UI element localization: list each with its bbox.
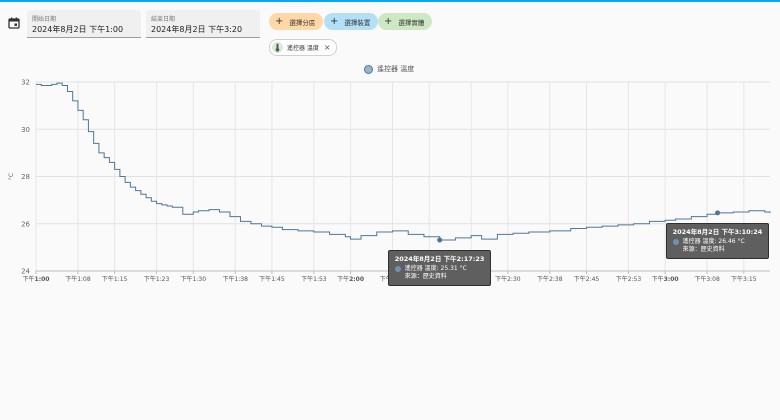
x-tick-label: 下午3:00: [652, 275, 679, 283]
series-line: [36, 82, 771, 241]
tooltip-source: 來源：歷史資料: [404, 273, 447, 281]
x-tick-time: 1:30: [193, 276, 207, 283]
tooltip-hover-2: 2024年8月2日 下午3:10:24 遙控器 溫度: 26.46 °C 來源：…: [665, 222, 770, 259]
x-tick-time: 1:38: [234, 276, 248, 283]
x-tick-time: 3:08: [706, 276, 720, 283]
x-tick-label: 下午1:00: [23, 275, 50, 283]
x-tick-prefix: 下午: [301, 275, 313, 283]
y-tick-label: 24: [21, 268, 30, 276]
x-tick-time: 2:00: [349, 276, 364, 283]
x-tick-prefix: 下午: [537, 275, 549, 283]
data-point-marker: [715, 210, 721, 216]
x-tick-label: 下午2:38: [537, 275, 563, 283]
tooltip-series: 遙控器 溫度: [404, 265, 437, 273]
tooltip-source: 來源：歷史資料: [682, 245, 725, 253]
x-tick-label: 下午2:30: [495, 275, 521, 283]
tooltip-swatch: [394, 266, 401, 273]
tooltip-value: 26.46 °C: [718, 237, 745, 245]
x-tick-time: 2:53: [628, 276, 642, 283]
x-tick-prefix: 下午: [181, 275, 193, 283]
x-tick-prefix: 下午: [23, 275, 35, 283]
x-tick-label: 下午1:45: [259, 275, 285, 283]
x-tick-label: 下午1:15: [102, 275, 128, 283]
x-tick-time: 3:00: [664, 276, 679, 283]
y-axis-label: °C: [8, 173, 15, 180]
x-tick-prefix: 下午: [102, 275, 114, 283]
x-tick-prefix: 下午: [731, 275, 743, 283]
x-tick-time: 2:38: [549, 276, 563, 283]
x-tick-prefix: 下午: [574, 275, 586, 283]
x-tick-time: 2:30: [507, 276, 521, 283]
x-tick-prefix: 下午: [694, 275, 706, 283]
x-tick-prefix: 下午: [259, 275, 271, 283]
x-tick-prefix: 下午: [652, 275, 664, 283]
tooltip-swatch: [672, 238, 679, 245]
x-tick-label: 下午1:53: [301, 275, 327, 283]
x-tick-prefix: 下午: [337, 275, 349, 283]
tooltip-series: 遙控器 溫度: [682, 237, 715, 245]
x-tick-label: 下午3:08: [694, 275, 720, 283]
x-tick-time: 1:00: [35, 276, 50, 283]
x-tick-label: 下午1:30: [181, 275, 207, 283]
x-tick-label: 下午2:00: [337, 275, 364, 283]
tooltip-title: 2024年8月2日 下午2:17:23: [394, 255, 485, 264]
data-point-marker: [437, 237, 443, 243]
y-tick-label: 30: [21, 126, 30, 134]
x-tick-prefix: 下午: [144, 275, 156, 283]
x-tick-label: 下午2:53: [616, 275, 642, 283]
y-tick-label: 26: [21, 220, 30, 228]
x-tick-time: 1:53: [313, 276, 327, 283]
x-tick-time: 1:23: [156, 276, 170, 283]
x-tick-label: 下午1:38: [222, 275, 248, 283]
x-tick-label: 下午1:08: [65, 275, 91, 283]
temperature-chart[interactable]: 2426283032°C下午1:00 下午1:08 下午1:15 下午1:23 下午1:…: [0, 0, 780, 420]
x-tick-label: 下午3:15: [731, 275, 757, 283]
x-tick-prefix: 下午: [65, 275, 77, 283]
y-tick-label: 28: [21, 173, 30, 181]
tooltip-title: 2024年8月2日 下午3:10:24: [672, 227, 763, 236]
x-tick-time: 1:45: [271, 276, 285, 283]
x-tick-time: 2:45: [586, 276, 600, 283]
tooltip-hover-1: 2024年8月2日 下午2:17:23 遙控器 溫度: 25.31 °C 來源：…: [387, 250, 492, 287]
y-tick-label: 32: [21, 79, 30, 87]
x-tick-label: 下午2:45: [574, 275, 600, 283]
x-tick-prefix: 下午: [222, 275, 234, 283]
x-tick-prefix: 下午: [495, 275, 507, 283]
x-tick-label: 下午1:23: [144, 275, 170, 283]
tooltip-value: 25.31 °C: [440, 265, 467, 273]
x-tick-time: 3:15: [743, 276, 757, 283]
x-tick-time: 1:08: [77, 276, 91, 283]
x-tick-prefix: 下午: [616, 275, 628, 283]
x-tick-time: 1:15: [114, 276, 128, 283]
